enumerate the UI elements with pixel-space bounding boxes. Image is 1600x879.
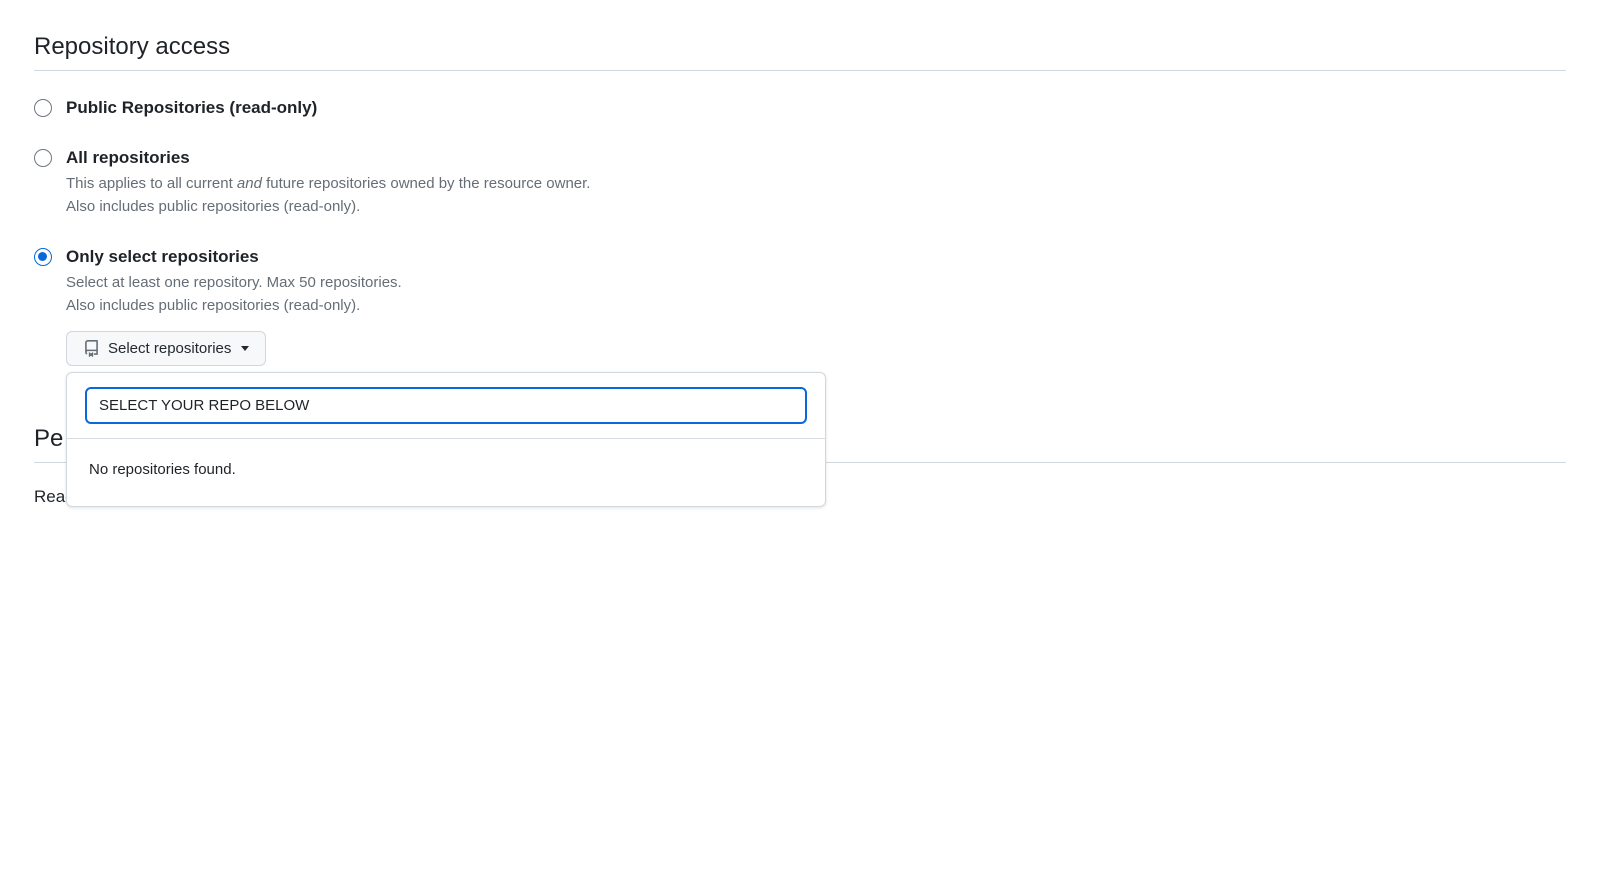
radio-public[interactable]: [34, 99, 52, 117]
radio-select-note: Select at least one repository. Max 50 r…: [66, 272, 1566, 317]
radio-select-note-line1: Select at least one repository. Max 50 r…: [66, 274, 402, 291]
caret-down-icon: [241, 346, 249, 351]
heading-repository-access: Repository access: [34, 32, 1566, 71]
radio-select-label[interactable]: Only select repositories: [66, 246, 1566, 268]
radio-option-public: Public Repositories (read-only): [34, 97, 1566, 119]
radio-all-label[interactable]: All repositories: [66, 147, 1566, 169]
radio-public-label[interactable]: Public Repositories (read-only): [66, 97, 1566, 119]
radio-all-note-post: future repositories owned by the resourc…: [262, 175, 591, 192]
radio-all-note-line2: Also includes public repositories (read-…: [66, 198, 360, 215]
radio-all-note-em: and: [237, 175, 262, 192]
repo-icon: [83, 340, 100, 357]
repo-search-input[interactable]: [85, 387, 807, 424]
repo-access-radio-group: Public Repositories (read-only) All repo…: [34, 97, 1566, 366]
radio-all-note: This applies to all current and future r…: [66, 173, 1566, 218]
radio-select-note-line2: Also includes public repositories (read-…: [66, 297, 360, 314]
radio-all[interactable]: [34, 149, 52, 167]
radio-option-select: Only select repositories Select at least…: [34, 246, 1566, 366]
radio-all-note-pre: This applies to all current: [66, 175, 237, 192]
select-repositories-button-label: Select repositories: [108, 340, 231, 357]
select-repositories-button[interactable]: Select repositories: [66, 331, 266, 366]
radio-select[interactable]: [34, 248, 52, 266]
repo-search-empty: No repositories found.: [67, 439, 825, 506]
radio-option-all: All repositories This applies to all cur…: [34, 147, 1566, 218]
select-repos-panel: No repositories found.: [66, 372, 826, 507]
select-repos-dropdown: Select repositories No repositories foun…: [66, 331, 266, 366]
